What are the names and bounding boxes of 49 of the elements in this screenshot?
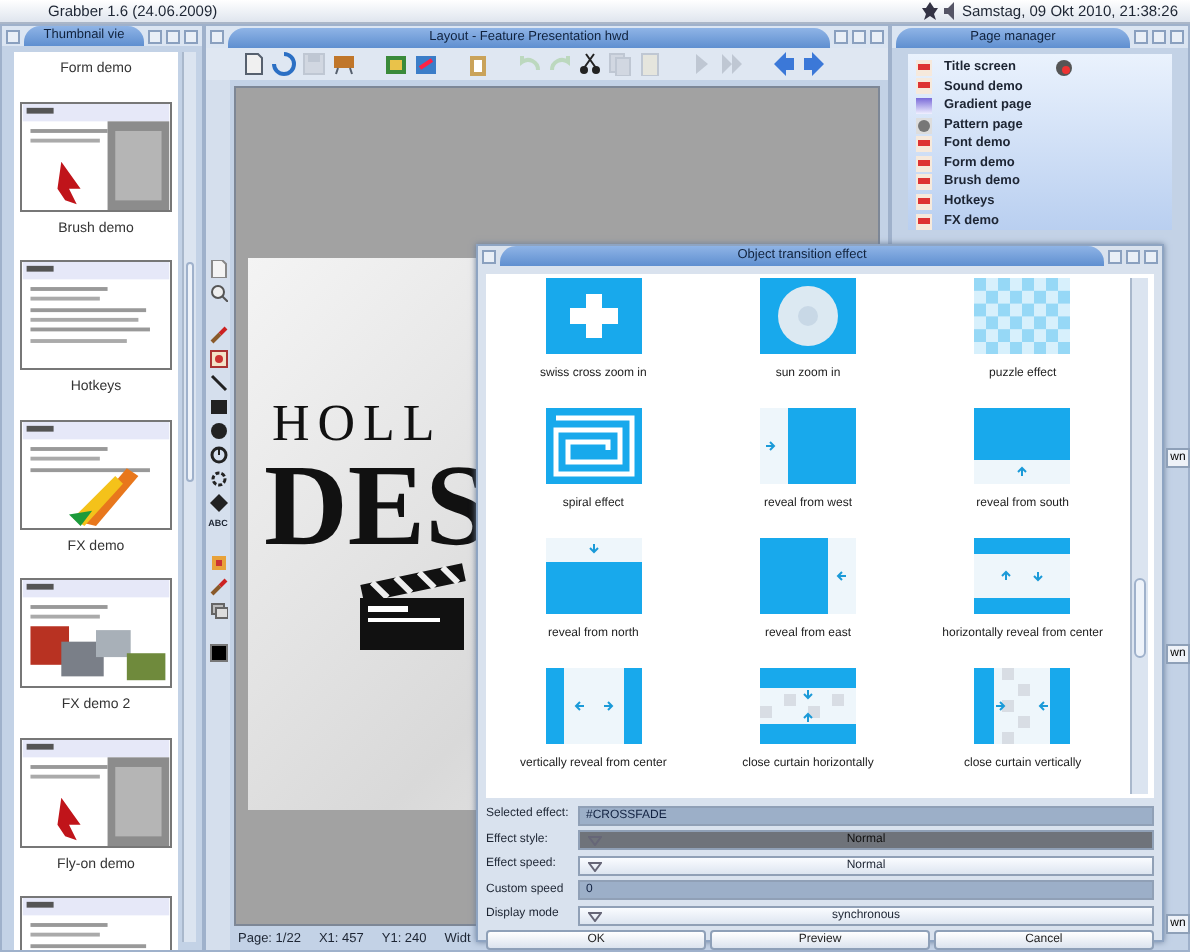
brush-icon[interactable] — [209, 326, 227, 344]
arc-icon[interactable] — [209, 446, 227, 464]
sound-icon[interactable] — [1056, 59, 1072, 76]
effect-preview-icon[interactable] — [759, 278, 856, 354]
close-button[interactable] — [210, 30, 224, 44]
dropdown-icon[interactable] — [588, 911, 602, 921]
line-icon[interactable] — [209, 374, 227, 392]
search-icon[interactable] — [209, 284, 227, 302]
gear-icon[interactable] — [209, 470, 227, 488]
speaker-icon[interactable] — [941, 2, 955, 20]
back-arrow-icon[interactable] — [772, 52, 796, 76]
effect-preview-icon[interactable] — [545, 278, 642, 354]
layers-icon[interactable] — [209, 602, 227, 620]
slide-title: DES — [264, 448, 490, 564]
refresh-icon[interactable] — [272, 52, 296, 76]
rectangle-icon[interactable] — [209, 398, 227, 416]
close-button[interactable] — [482, 249, 496, 263]
scrollbar[interactable] — [1130, 278, 1148, 794]
stamp-icon[interactable] — [209, 554, 227, 572]
diamond-icon[interactable] — [209, 494, 227, 512]
tray-icon[interactable] — [921, 2, 938, 20]
scissors-icon[interactable] — [578, 52, 602, 76]
effect-preview-icon[interactable] — [974, 408, 1071, 484]
effect-preview-icon[interactable] — [759, 538, 856, 614]
effect-preview-icon[interactable] — [545, 538, 642, 614]
effect-preview-icon[interactable] — [759, 668, 856, 744]
page-icon[interactable] — [209, 260, 227, 278]
export-icon[interactable] — [414, 52, 438, 76]
effect-preview-icon[interactable] — [545, 408, 642, 484]
effect-preview-icon[interactable] — [974, 538, 1071, 614]
image-icon[interactable] — [209, 350, 227, 368]
board-icon[interactable] — [332, 52, 356, 76]
color-swatch[interactable] — [209, 644, 227, 662]
clipboard-icon[interactable] — [466, 52, 490, 76]
effect-preview-icon[interactable] — [545, 668, 642, 744]
scrollbar[interactable] — [182, 52, 196, 942]
brush-icon[interactable] — [209, 578, 227, 596]
gradient-icon — [916, 97, 932, 114]
close-button[interactable] — [6, 29, 20, 44]
forward-arrow-icon[interactable] — [802, 52, 826, 76]
effect-preview-icon[interactable] — [759, 408, 856, 484]
pattern-icon — [916, 117, 932, 134]
import-icon[interactable] — [384, 52, 408, 76]
effect-preview-icon[interactable] — [974, 668, 1071, 744]
page-icon[interactable] — [242, 52, 266, 76]
effect-preview-icon[interactable] — [974, 278, 1071, 354]
circle-icon[interactable] — [209, 422, 227, 440]
slide-heading: HOLL — [272, 398, 443, 450]
dropdown-icon[interactable] — [588, 861, 602, 871]
